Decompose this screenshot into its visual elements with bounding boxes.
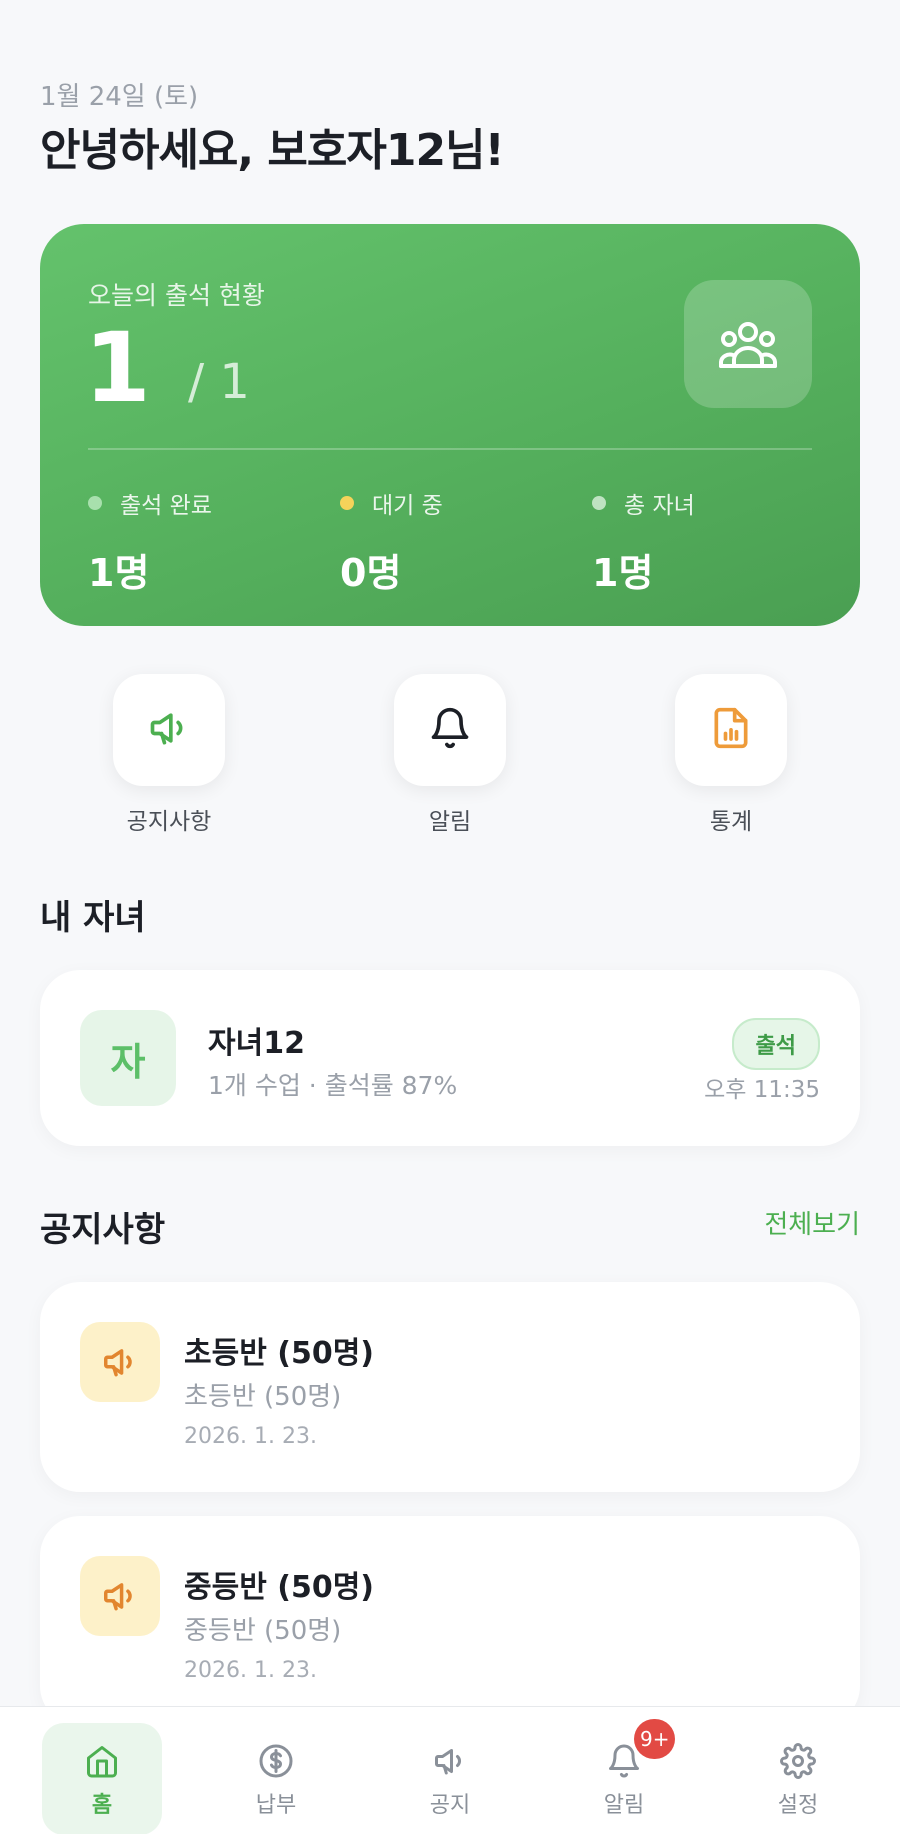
child-card[interactable]: 자 자녀12 1개 수업 · 출석률 87% 출석 오후 11:35: [40, 970, 860, 1146]
megaphone-icon: [390, 1723, 510, 1779]
quick-action-notices[interactable]: 공지사항: [113, 674, 225, 836]
gear-icon: [738, 1723, 858, 1779]
notice-date: 2026. 1. 23.: [184, 1424, 317, 1449]
check-in-time: 오후 11:35: [704, 1077, 820, 1103]
unread-count-badge: 9+: [634, 1719, 676, 1759]
attendance-summary-card[interactable]: 오늘의 출석 현황 1 / 1 출석 완료 1명 대기 중 0명 총 자녀 1명: [40, 224, 860, 626]
quick-action-label: 알림: [428, 809, 472, 835]
status-dot: [592, 496, 606, 510]
total-count: / 1: [188, 354, 250, 410]
child-summary: 1개 수업 · 출석률 87%: [208, 1071, 458, 1100]
today-date: 1월 24일 (토): [40, 82, 199, 112]
stat-label: 총 자녀: [624, 493, 695, 519]
tab-settings[interactable]: 설정: [738, 1723, 858, 1834]
status-dot: [88, 496, 102, 510]
stat-attended: 출석 완료 1명: [88, 486, 212, 597]
quick-action-label: 공지사항: [126, 809, 212, 835]
tab-payment[interactable]: 납부: [216, 1723, 336, 1834]
notice-title: 중등반 (50명): [184, 1570, 375, 1605]
report-icon: [709, 706, 753, 754]
see-all-link[interactable]: 전체보기: [764, 1204, 860, 1241]
megaphone-icon: [80, 1322, 160, 1402]
attendance-status-badge: 출석: [731, 1018, 820, 1070]
notice-subtitle: 중등반 (50명): [184, 1616, 342, 1646]
megaphone-icon: [147, 706, 191, 754]
stats-button[interactable]: [675, 674, 787, 786]
tab-label: 홈: [91, 1793, 113, 1818]
bell-icon: [428, 706, 472, 754]
stat-value: 0명: [340, 551, 402, 595]
summary-divider: [88, 448, 812, 450]
notices-section-title: 공지사항: [40, 1210, 166, 1250]
tab-label: 설정: [777, 1793, 819, 1818]
status-dot: [340, 496, 354, 510]
tab-notices[interactable]: 공지: [390, 1723, 510, 1834]
quick-action-label: 통계: [709, 809, 753, 835]
stat-value: 1명: [88, 551, 150, 595]
notice-title: 초등반 (50명): [184, 1336, 375, 1371]
tab-label: 알림: [603, 1793, 645, 1818]
tab-alerts[interactable]: 9+ 알림: [564, 1719, 684, 1834]
alerts-button[interactable]: [394, 674, 506, 786]
tab-label: 납부: [255, 1793, 297, 1818]
notice-item[interactable]: 중등반 (50명) 중등반 (50명) 2026. 1. 23.: [40, 1516, 860, 1726]
tab-home[interactable]: 홈: [42, 1723, 162, 1834]
notice-item[interactable]: 초등반 (50명) 초등반 (50명) 2026. 1. 23.: [40, 1282, 860, 1492]
greeting-title: 안녕하세요, 보호자12님!: [40, 125, 505, 176]
dollar-icon: [216, 1723, 336, 1779]
stat-waiting: 대기 중 0명: [340, 486, 443, 597]
quick-action-stats[interactable]: 통계: [675, 674, 787, 836]
notice-subtitle: 초등반 (50명): [184, 1382, 342, 1412]
stat-total-children: 총 자녀 1명: [592, 486, 695, 597]
notice-date: 2026. 1. 23.: [184, 1658, 317, 1683]
attended-count: 1: [84, 312, 151, 424]
children-section-title: 내 자녀: [40, 898, 146, 938]
tab-label: 공지: [429, 1793, 471, 1818]
stat-value: 1명: [592, 551, 654, 595]
stat-label: 대기 중: [372, 493, 443, 519]
child-name: 자녀12: [208, 1026, 305, 1061]
home-screen: 1월 24일 (토) 안녕하세요, 보호자12님! 오늘의 출석 현황 1 / …: [0, 0, 900, 1834]
home-icon: [42, 1723, 162, 1779]
bottom-tab-bar: 홈 납부 공지 9+ 알림 설정: [0, 1706, 900, 1834]
notices-button[interactable]: [113, 674, 225, 786]
megaphone-icon: [80, 1556, 160, 1636]
summary-title: 오늘의 출석 현황: [88, 281, 265, 310]
group-icon: [684, 280, 812, 408]
child-avatar: 자: [80, 1010, 176, 1106]
stat-label: 출석 완료: [120, 493, 212, 519]
quick-action-alerts[interactable]: 알림: [394, 674, 506, 836]
